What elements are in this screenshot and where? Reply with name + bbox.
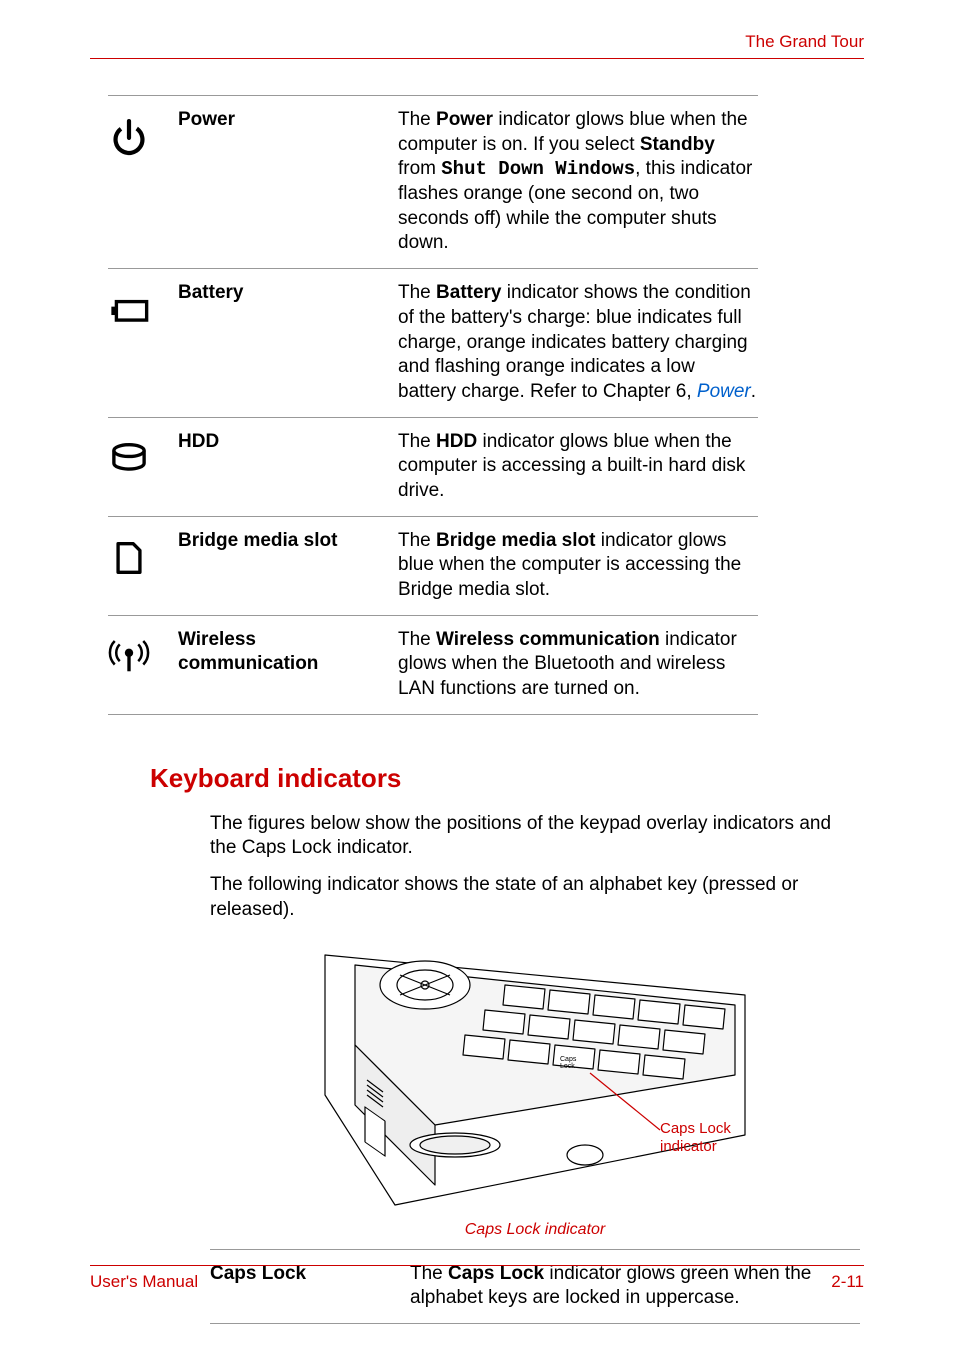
cross-reference-link[interactable]: Power (697, 381, 751, 402)
section-heading-keyboard-indicators: Keyboard indicators (150, 763, 864, 794)
indicator-label: Bridge media slot (178, 529, 398, 603)
indicator-row-bridge-media: Bridge media slot The Bridge media slot … (108, 517, 758, 616)
indicator-row-wireless: Wireless communication The Wireless comm… (108, 616, 758, 715)
hdd-icon (108, 430, 178, 504)
callout-caps-lock-indicator: Caps Lock indicator (660, 1120, 765, 1156)
indicator-description: The Wireless communication indicator glo… (398, 628, 758, 702)
body-paragraph: The figures below show the positions of … (210, 812, 860, 861)
indicator-table: Power The Power indicator glows blue whe… (108, 95, 758, 715)
indicator-label: Battery (178, 281, 398, 404)
keyboard-illustration: Caps Lock (305, 935, 765, 1215)
indicator-label: Power (178, 108, 398, 256)
indicator-description: The Bridge media slot indicator glows bl… (398, 529, 758, 603)
indicator-description: The Power indicator glows blue when the … (398, 108, 758, 256)
body-paragraph: The following indicator shows the state … (210, 873, 860, 922)
battery-icon (108, 281, 178, 404)
indicator-row-battery: Battery The Battery indicator shows the … (108, 269, 758, 417)
indicator-row-hdd: HDD The HDD indicator glows blue when th… (108, 418, 758, 517)
bridge-media-icon (108, 529, 178, 603)
figure-caps-lock: Caps Lock (210, 935, 860, 1239)
svg-text:Lock: Lock (560, 1063, 575, 1070)
footer-page-number: 2-11 (831, 1272, 864, 1292)
figure-caption: Caps Lock indicator (465, 1221, 606, 1239)
indicator-label: HDD (178, 430, 398, 504)
indicator-row-power: Power The Power indicator glows blue whe… (108, 95, 758, 269)
power-icon (108, 108, 178, 256)
svg-text:Caps: Caps (560, 1056, 577, 1063)
indicator-label: Wireless communication (178, 628, 398, 702)
indicator-description: The HDD indicator glows blue when the co… (398, 430, 758, 504)
footer-manual-title: User's Manual (90, 1272, 198, 1292)
chapter-title: The Grand Tour (90, 32, 864, 59)
page-footer: User's Manual 2-11 (90, 1265, 864, 1292)
wireless-icon (108, 628, 178, 702)
indicator-description: The Battery indicator shows the conditio… (398, 281, 758, 404)
